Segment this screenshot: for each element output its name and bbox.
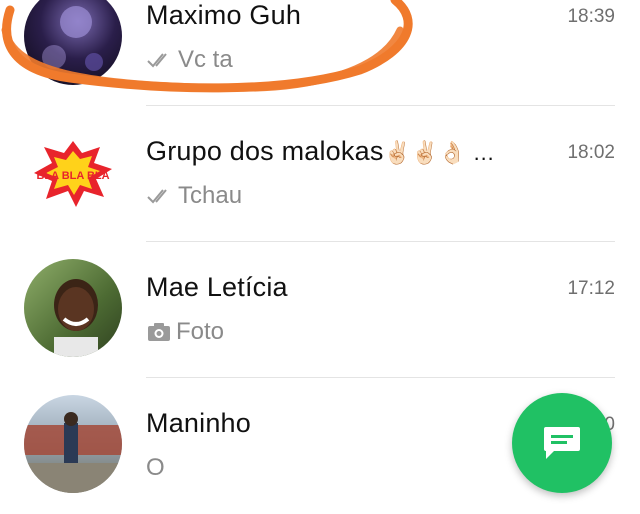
chat-name-emoji: ✌🏻✌🏻👌🏻 … bbox=[383, 139, 495, 165]
chat-preview-text: O bbox=[146, 454, 165, 481]
chat-preview-text: Foto bbox=[176, 318, 225, 345]
chat-name: Mae Letícia bbox=[146, 272, 288, 302]
chat-name: Maninho bbox=[146, 408, 251, 438]
avatar bbox=[24, 395, 122, 493]
new-message-icon bbox=[544, 427, 580, 459]
chat-time: 18:39 bbox=[567, 6, 615, 27]
chat-preview-text: Tchau bbox=[178, 182, 243, 209]
chat-name: Grupo dos malokas✌🏻✌🏻👌🏻 … bbox=[146, 136, 495, 167]
avatar-text: BLA BLA BLA bbox=[36, 170, 109, 182]
chat-preview: Tchau bbox=[146, 182, 242, 210]
chat-name-text: Grupo dos malokas bbox=[146, 136, 384, 166]
chat-preview: Foto bbox=[146, 318, 224, 346]
chat-row-mae-leticia[interactable]: Mae Letícia 17:12 Foto bbox=[0, 242, 640, 378]
avatar bbox=[24, 259, 122, 357]
chat-time: 18:02 bbox=[567, 142, 615, 163]
chat-preview-text: Vc ta bbox=[178, 46, 233, 73]
avatar bbox=[24, 0, 122, 85]
avatar: BLA BLA BLA bbox=[24, 123, 122, 221]
chat-row-maximo[interactable]: Maximo Guh 18:39 Vc ta bbox=[0, 0, 640, 106]
double-check-icon bbox=[147, 189, 167, 204]
new-chat-button[interactable] bbox=[512, 393, 612, 493]
camera-icon bbox=[148, 323, 170, 341]
chat-row-grupo[interactable]: BLA BLA BLA Grupo dos malokas✌🏻✌🏻👌🏻 … 18… bbox=[0, 106, 640, 242]
chat-preview: Vc ta bbox=[146, 46, 233, 74]
chat-preview: O bbox=[146, 454, 165, 482]
double-check-icon bbox=[147, 53, 167, 68]
chat-time: 17:12 bbox=[567, 278, 615, 299]
chat-name: Maximo Guh bbox=[146, 0, 302, 30]
